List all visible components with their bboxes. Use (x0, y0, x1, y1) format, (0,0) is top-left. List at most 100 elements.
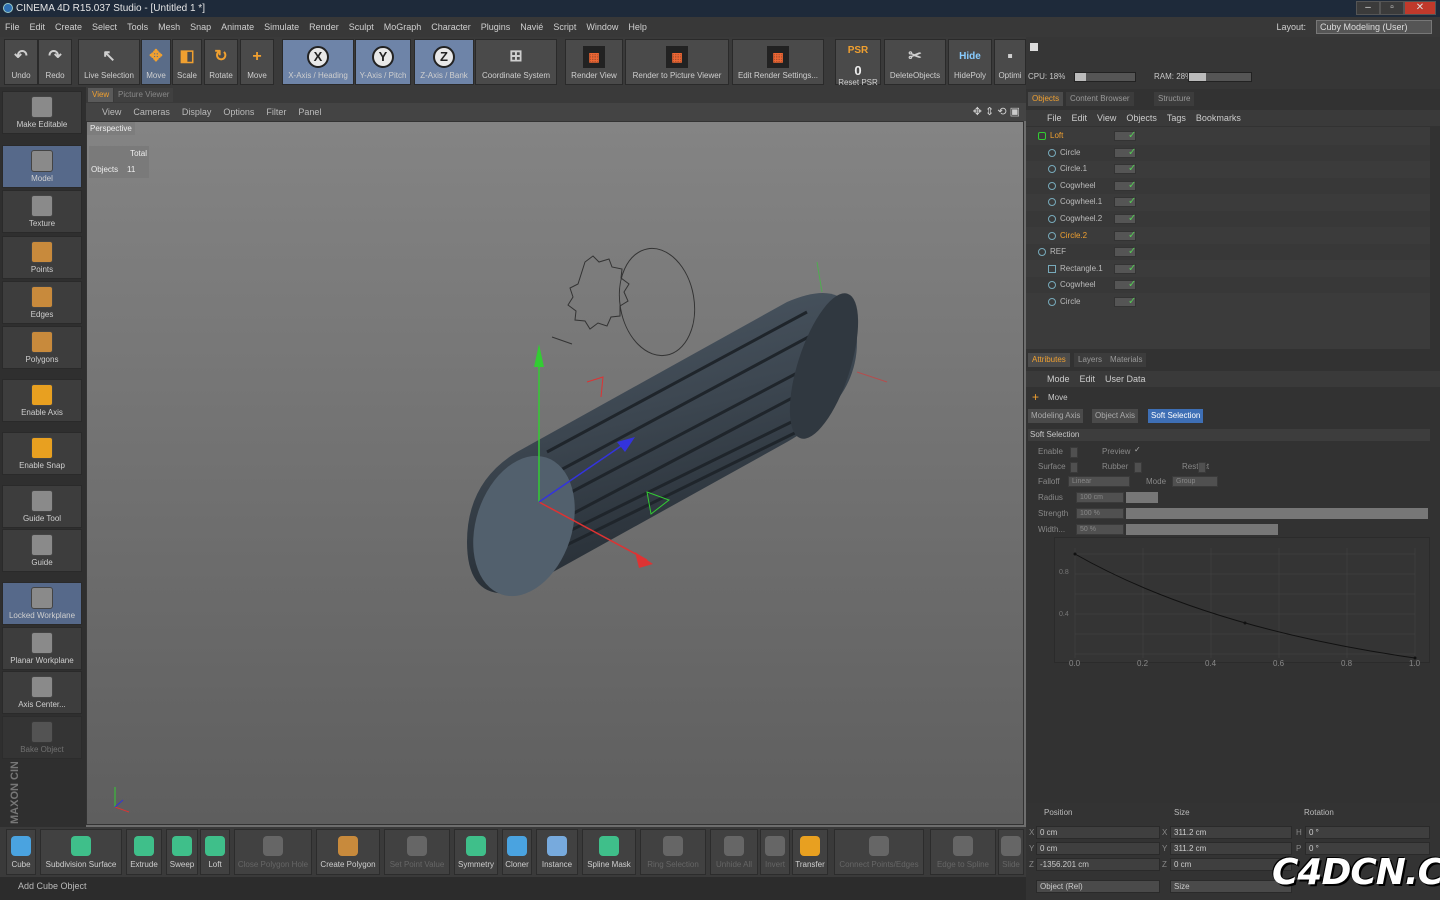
tool-edges[interactable]: Edges (2, 281, 82, 324)
redo-button[interactable]: ↷ Redo (38, 39, 72, 85)
tool-guide-tool[interactable]: Guide Tool (2, 485, 82, 528)
viewport-menu-options[interactable]: Options (217, 103, 260, 121)
enabled-check-icon[interactable]: ✓ (1128, 244, 1136, 260)
menu-animate[interactable]: Animate (216, 17, 259, 37)
edge-to-spline-button[interactable]: Edge to Spline (930, 829, 996, 875)
reset-psr-button[interactable]: PSR 0 Reset PSR (835, 39, 881, 87)
rotation-h-field[interactable]: 0 ° (1305, 826, 1430, 839)
enable-checkbox[interactable] (1070, 447, 1078, 458)
tool-model[interactable]: Model (2, 145, 82, 188)
tool-make-editable[interactable]: Make Editable (2, 91, 82, 134)
object-row[interactable]: Loft ✓ (1026, 128, 1430, 144)
tool-bake-object[interactable]: Bake Object (2, 716, 82, 759)
hidepoly-button[interactable]: Hide HidePoly (948, 39, 992, 85)
connect-points-edges-button[interactable]: Connect Points/Edges (834, 829, 924, 875)
enabled-check-icon[interactable]: ✓ (1128, 228, 1136, 244)
enabled-check-icon[interactable]: ✓ (1128, 161, 1136, 177)
position-z-field[interactable]: -1356.201 cm (1036, 858, 1160, 871)
viewport-menu-panel[interactable]: Panel (292, 103, 327, 121)
close-button[interactable]: ✕ (1404, 1, 1436, 15)
z-axis-bank-button[interactable]: Z Z-Axis / Bank (414, 39, 474, 85)
edit-render-settings-button[interactable]: ▦ Edit Render Settings... (732, 39, 824, 85)
menu-create[interactable]: Create (50, 17, 87, 37)
menu-script[interactable]: Script (548, 17, 581, 37)
tool-polygons[interactable]: Polygons (2, 326, 82, 369)
maximize-button[interactable]: ▫ (1380, 1, 1404, 15)
surface-checkbox[interactable] (1070, 462, 1078, 473)
strength-field[interactable]: 100 % (1076, 508, 1124, 519)
tab-object-axis[interactable]: Object Axis (1092, 409, 1139, 423)
enabled-check-icon[interactable]: ✓ (1128, 294, 1136, 310)
enabled-check-icon[interactable]: ✓ (1128, 145, 1136, 161)
object-row[interactable]: Circle.2 ✓ (1026, 228, 1430, 244)
live-selection-button[interactable]: ↖ Live Selection (78, 39, 140, 85)
move-button[interactable]: + Move (240, 39, 274, 85)
viewport-menu-view[interactable]: View (96, 103, 127, 121)
size-x-field[interactable]: 311.2 cm (1170, 826, 1292, 839)
coordinate-system-button[interactable]: ⊞ Coordinate System (475, 39, 557, 85)
menu-tools[interactable]: Tools (122, 17, 153, 37)
enabled-check-icon[interactable]: ✓ (1128, 211, 1136, 227)
strength-slider[interactable] (1126, 508, 1428, 519)
menu-render[interactable]: Render (304, 17, 344, 37)
tab-soft-selection[interactable]: Soft Selection (1148, 409, 1204, 423)
enabled-check-icon[interactable]: ✓ (1128, 128, 1136, 144)
loft-button[interactable]: Loft (200, 829, 230, 875)
position-x-field[interactable]: 0 cm (1036, 826, 1160, 839)
enabled-check-icon[interactable]: ✓ (1128, 178, 1136, 194)
render-view-button[interactable]: ▦ Render View (565, 39, 623, 85)
radius-field[interactable]: 100 cm (1076, 492, 1124, 503)
falloff-select[interactable]: Linear (1068, 476, 1130, 487)
viewport-nav-icons[interactable]: ✥ ⇕ ⟲ ▣ (973, 103, 1020, 121)
coordinate-mode-select[interactable]: Object (Rel) (1036, 880, 1160, 893)
objects-menu-tags[interactable]: Tags (1162, 110, 1191, 126)
invert-button[interactable]: Invert (760, 829, 790, 875)
move-button[interactable]: ✥ Move (141, 39, 171, 85)
instance-button[interactable]: Instance (536, 829, 578, 875)
subdivision-surface-button[interactable]: Subdivision Surface (40, 829, 122, 875)
layout-select[interactable]: Cuby Modeling (User) (1316, 20, 1432, 34)
tab-view[interactable]: View (88, 88, 114, 102)
cube-button[interactable]: Cube (6, 829, 36, 875)
tool-guide[interactable]: Guide (2, 529, 82, 572)
tab-attributes[interactable]: Attributes (1028, 353, 1070, 367)
scale-button[interactable]: ◧ Scale (172, 39, 202, 85)
menu-select[interactable]: Select (87, 17, 122, 37)
tab-modeling-axis[interactable]: Modeling Axis (1028, 409, 1084, 423)
symmetry-button[interactable]: Symmetry (454, 829, 498, 875)
viewport-canvas[interactable]: Perspective Total Objects 11 (86, 121, 1024, 825)
tool-enable-axis[interactable]: Enable Axis (2, 379, 82, 422)
set-point-value-button[interactable]: Set Point Value (384, 829, 450, 875)
attributes-menu-edit[interactable]: Edit (1075, 371, 1101, 387)
viewport-menu-cameras[interactable]: Cameras (127, 103, 176, 121)
objects-menu-objects[interactable]: Objects (1121, 110, 1162, 126)
y-axis-pitch-button[interactable]: Y Y-Axis / Pitch (355, 39, 411, 85)
tool-planar-workplane[interactable]: Planar Workplane (2, 627, 82, 670)
tool-axis-center[interactable]: Axis Center... (2, 671, 82, 714)
objects-menu-bookmarks[interactable]: Bookmarks (1191, 110, 1246, 126)
extrude-button[interactable]: Extrude (126, 829, 162, 875)
sweep-button[interactable]: Sweep (166, 829, 198, 875)
falloff-curve-graph[interactable]: 0.8 0.4 (1054, 537, 1430, 663)
rotate-button[interactable]: ↻ Rotate (204, 39, 238, 85)
menu-plugins[interactable]: Plugins (476, 17, 516, 37)
restrict-checkbox[interactable] (1198, 462, 1206, 473)
tab-materials[interactable]: Materials (1106, 353, 1147, 367)
transfer-button[interactable]: Transfer (792, 829, 828, 875)
enabled-check-icon[interactable]: ✓ (1128, 277, 1136, 293)
ring-selection-button[interactable]: Ring Selection (640, 829, 706, 875)
object-row[interactable]: Circle ✓ (1026, 144, 1430, 161)
object-row[interactable]: Cogwheel ✓ (1026, 277, 1430, 294)
create-polygon-button[interactable]: Create Polygon (316, 829, 380, 875)
object-row[interactable]: Circle ✓ (1026, 294, 1430, 310)
tab-objects[interactable]: Objects (1028, 92, 1064, 106)
slide-button[interactable]: Slide (998, 829, 1024, 875)
menu-help[interactable]: Help (623, 17, 652, 37)
menu-file[interactable]: File (0, 17, 25, 37)
tab-content-browser[interactable]: Content Browser (1066, 92, 1134, 106)
preview-check-icon[interactable]: ✓ (1134, 445, 1141, 454)
menu-sculpt[interactable]: Sculpt (344, 17, 379, 37)
rubber-checkbox[interactable] (1134, 462, 1142, 473)
menu-character[interactable]: Character (426, 17, 476, 37)
viewport-menu-filter[interactable]: Filter (260, 103, 292, 121)
